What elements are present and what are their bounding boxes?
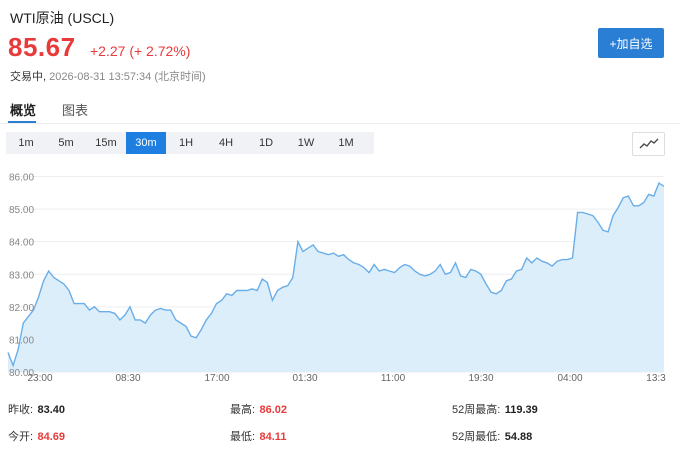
y-tick-label: 85.00 bbox=[9, 205, 34, 216]
interval-30m[interactable]: 30m bbox=[126, 132, 166, 154]
last-price: 85.67 bbox=[8, 32, 76, 62]
quote-datetime: 2026-08-31 13:57:34 (北京时间) bbox=[49, 71, 206, 83]
stat-label: 52周最低: bbox=[452, 431, 501, 443]
trading-status-line: 交易中, 2026-08-31 13:57:34 (北京时间) bbox=[10, 68, 206, 84]
stat-value: 86.02 bbox=[259, 404, 288, 416]
line-chart-icon bbox=[639, 138, 659, 149]
x-tick-label: 13:3 bbox=[646, 373, 666, 384]
y-tick-label: 81.00 bbox=[9, 335, 34, 346]
instrument-title: WTI原油 (USCL) bbox=[10, 10, 115, 26]
stat-label: 今开: bbox=[8, 431, 34, 443]
stat-value: 84.11 bbox=[259, 431, 287, 443]
stat-label: 最高: bbox=[230, 404, 256, 416]
stat-prev-close: 昨收: 83.40 bbox=[8, 400, 65, 418]
interval-1h[interactable]: 1H bbox=[166, 132, 206, 154]
tab-overview[interactable]: 概览 bbox=[10, 100, 36, 119]
interval-1mo[interactable]: 1M bbox=[326, 132, 366, 154]
x-axis-labels: 23:00 08:30 17:00 01:30 11:00 19:30 04:00 13:3 bbox=[27, 373, 666, 384]
y-tick-label: 86.00 bbox=[9, 173, 34, 184]
x-tick-label: 01:30 bbox=[292, 373, 317, 384]
interval-selector: 1m 5m 15m 30m 1H 4H 1D 1W 1M bbox=[6, 132, 374, 154]
tab-divider bbox=[0, 123, 680, 124]
stat-value: 119.39 bbox=[504, 404, 538, 416]
add-to-watchlist-button[interactable]: +加自选 bbox=[598, 28, 664, 58]
interval-1d[interactable]: 1D bbox=[246, 132, 286, 154]
stat-label: 52周最高: bbox=[452, 404, 501, 416]
y-tick-label: 82.00 bbox=[9, 303, 34, 314]
price-chart[interactable]: 86.0085.0084.0083.0082.0081.0080.00 23:0… bbox=[0, 160, 680, 388]
chart-type-button[interactable] bbox=[632, 132, 665, 156]
stat-low: 最低: 84.11 bbox=[230, 427, 286, 445]
x-tick-label: 11:00 bbox=[381, 373, 406, 384]
price-change: +2.27 (+ 2.72%) bbox=[90, 43, 191, 59]
stat-value: 54.88 bbox=[504, 431, 533, 443]
trading-status: 交易中, bbox=[10, 71, 47, 83]
price-area-fill bbox=[8, 183, 664, 372]
stat-52w-low: 52周最低: 54.88 bbox=[452, 427, 532, 445]
stat-label: 昨收: bbox=[8, 404, 34, 416]
interval-1w[interactable]: 1W bbox=[286, 132, 326, 154]
stat-open: 今开: 84.69 bbox=[8, 427, 65, 445]
x-tick-label: 04:00 bbox=[557, 373, 582, 384]
stat-label: 最低: bbox=[230, 431, 256, 443]
interval-1m[interactable]: 1m bbox=[6, 132, 46, 154]
stat-high: 最高: 86.02 bbox=[230, 400, 287, 418]
interval-5m[interactable]: 5m bbox=[46, 132, 86, 154]
stat-value: 84.69 bbox=[37, 431, 66, 443]
x-tick-label: 08:30 bbox=[115, 373, 140, 384]
tab-chart[interactable]: 图表 bbox=[62, 100, 88, 119]
x-tick-label: 17:00 bbox=[204, 373, 229, 384]
stat-52w-high: 52周最高: 119.39 bbox=[452, 400, 538, 418]
y-tick-label: 83.00 bbox=[9, 270, 34, 281]
interval-15m[interactable]: 15m bbox=[86, 132, 126, 154]
x-tick-label: 19:30 bbox=[468, 373, 493, 384]
x-tick-label: 23:00 bbox=[27, 373, 52, 384]
stat-value: 83.40 bbox=[37, 404, 66, 416]
interval-4h[interactable]: 4H bbox=[206, 132, 246, 154]
y-tick-label: 84.00 bbox=[9, 238, 34, 249]
